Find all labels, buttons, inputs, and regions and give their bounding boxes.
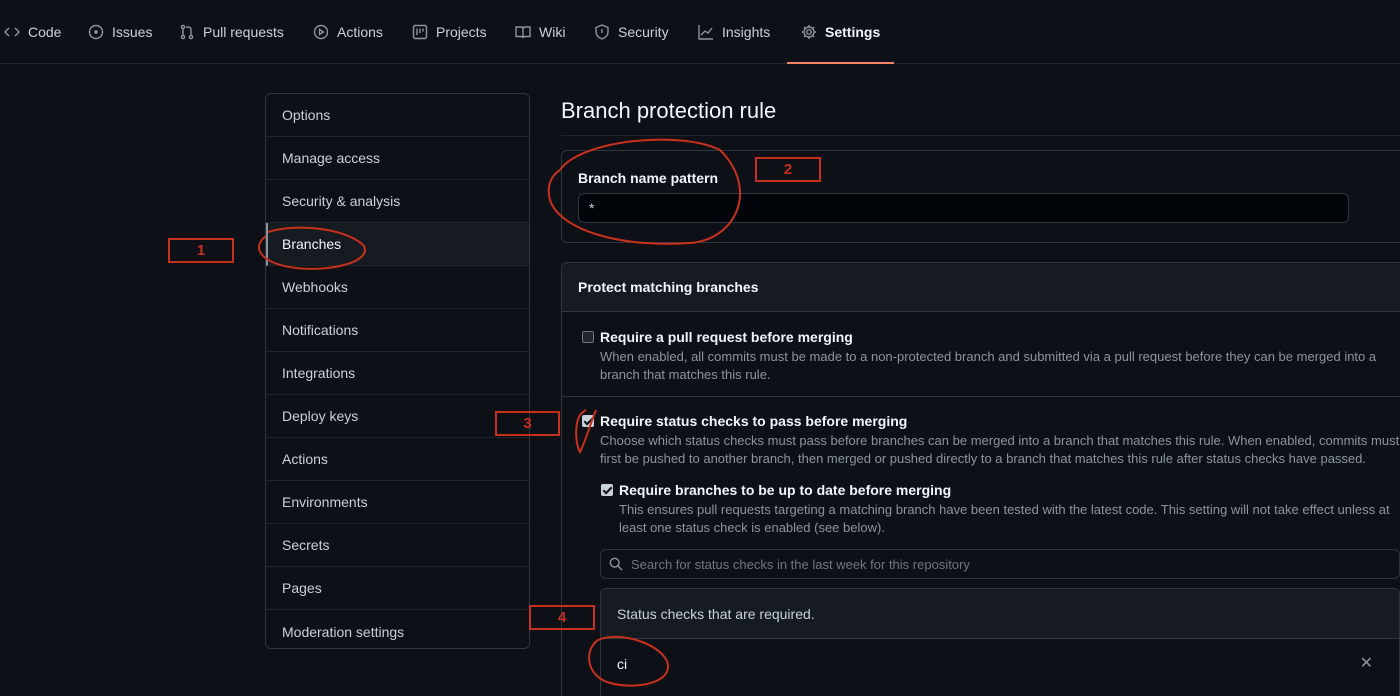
sidebar-item-manage-access[interactable]: Manage access: [266, 137, 529, 180]
repo-nav: Code Issues Pull requests Actions Projec…: [0, 0, 1400, 64]
sidebar-item-pages[interactable]: Pages: [266, 567, 529, 610]
require-up-to-date-title: Require branches to be up to date before…: [619, 482, 952, 498]
required-check-name: ci: [617, 656, 628, 672]
tab-security[interactable]: Security: [594, 0, 669, 64]
gear-icon: [802, 25, 816, 39]
tab-label: Code: [28, 24, 62, 40]
sidebar-item-actions[interactable]: Actions: [266, 438, 529, 481]
sidebar-item-options[interactable]: Options: [266, 94, 529, 137]
annotation-label-1: 1: [168, 238, 234, 263]
sidebar-item-security-analysis[interactable]: Security & analysis: [266, 180, 529, 223]
search-icon: [609, 557, 623, 571]
protect-heading: Protect matching branches: [562, 263, 1400, 312]
tab-issues[interactable]: Issues: [88, 0, 152, 64]
sidebar-item-deploy-keys[interactable]: Deploy keys: [266, 395, 529, 438]
pull-request-icon: [180, 24, 194, 40]
branch-pattern-label: Branch name pattern: [578, 170, 719, 186]
tab-code[interactable]: Code: [4, 0, 61, 64]
page-title: Branch protection rule: [561, 98, 777, 123]
close-icon[interactable]: ✕: [1360, 653, 1373, 673]
tab-label: Settings: [825, 24, 881, 40]
annotation-label-4: 4: [529, 605, 595, 630]
required-checks-box: Status checks that are required. ci ✕: [600, 588, 1400, 696]
status-check-search-input[interactable]: [631, 556, 1391, 572]
sidebar-item-branches[interactable]: Branches: [266, 223, 529, 266]
tab-pull-requests[interactable]: Pull requests: [179, 0, 284, 64]
tab-label: Insights: [722, 24, 771, 40]
require-pr-description: When enabled, all commits must be made t…: [600, 349, 1377, 382]
require-up-to-date-checkbox[interactable]: [601, 484, 613, 496]
tab-label: Projects: [436, 24, 487, 40]
require-pr-checkbox[interactable]: [582, 331, 594, 343]
tab-label: Wiki: [539, 24, 566, 40]
book-icon: [515, 26, 531, 39]
tab-label: Actions: [337, 24, 383, 40]
protect-branches-section: Protect matching branches Require a pull…: [561, 262, 1400, 696]
require-status-checks-title: Require status checks to pass before mer…: [600, 413, 908, 429]
sidebar-item-webhooks[interactable]: Webhooks: [266, 266, 529, 309]
project-icon: [412, 24, 428, 40]
play-icon: [313, 24, 329, 40]
tab-label: Issues: [112, 24, 153, 40]
issue-icon: [88, 24, 104, 40]
required-checks-heading: Status checks that are required.: [601, 589, 1399, 639]
sidebar-item-integrations[interactable]: Integrations: [266, 352, 529, 395]
graph-icon: [698, 25, 713, 40]
tab-label: Pull requests: [203, 24, 284, 40]
tab-label: Security: [618, 24, 669, 40]
branch-pattern-section: Branch name pattern: [561, 150, 1400, 243]
required-check-row: ci ✕: [601, 639, 1399, 689]
code-icon: [4, 27, 20, 37]
sidebar-item-secrets[interactable]: Secrets: [266, 524, 529, 567]
require-up-to-date-description: This ensures pull requests targeting a m…: [619, 502, 1390, 535]
settings-sidebar: Options Manage access Security & analysi…: [265, 93, 530, 649]
require-status-checks-description: Choose which status checks must pass bef…: [600, 433, 1400, 466]
tab-wiki[interactable]: Wiki: [515, 0, 565, 64]
tab-actions[interactable]: Actions: [313, 0, 383, 64]
require-status-checks-checkbox[interactable]: [582, 415, 594, 427]
shield-icon: [595, 24, 609, 40]
divider: [562, 396, 1400, 397]
tab-insights[interactable]: Insights: [698, 0, 770, 64]
sidebar-item-moderation-settings[interactable]: Moderation settings: [266, 610, 529, 648]
require-pr-title: Require a pull request before merging: [600, 329, 853, 345]
sidebar-item-notifications[interactable]: Notifications: [266, 309, 529, 352]
tab-settings[interactable]: Settings: [786, 0, 895, 64]
divider: [561, 135, 1400, 136]
annotation-label-2: 2: [755, 157, 821, 182]
annotation-label-3: 3: [495, 411, 560, 436]
sidebar-item-environments[interactable]: Environments: [266, 481, 529, 524]
tab-projects[interactable]: Projects: [412, 0, 487, 64]
branch-pattern-input[interactable]: [578, 193, 1349, 223]
status-check-search[interactable]: [600, 549, 1400, 579]
